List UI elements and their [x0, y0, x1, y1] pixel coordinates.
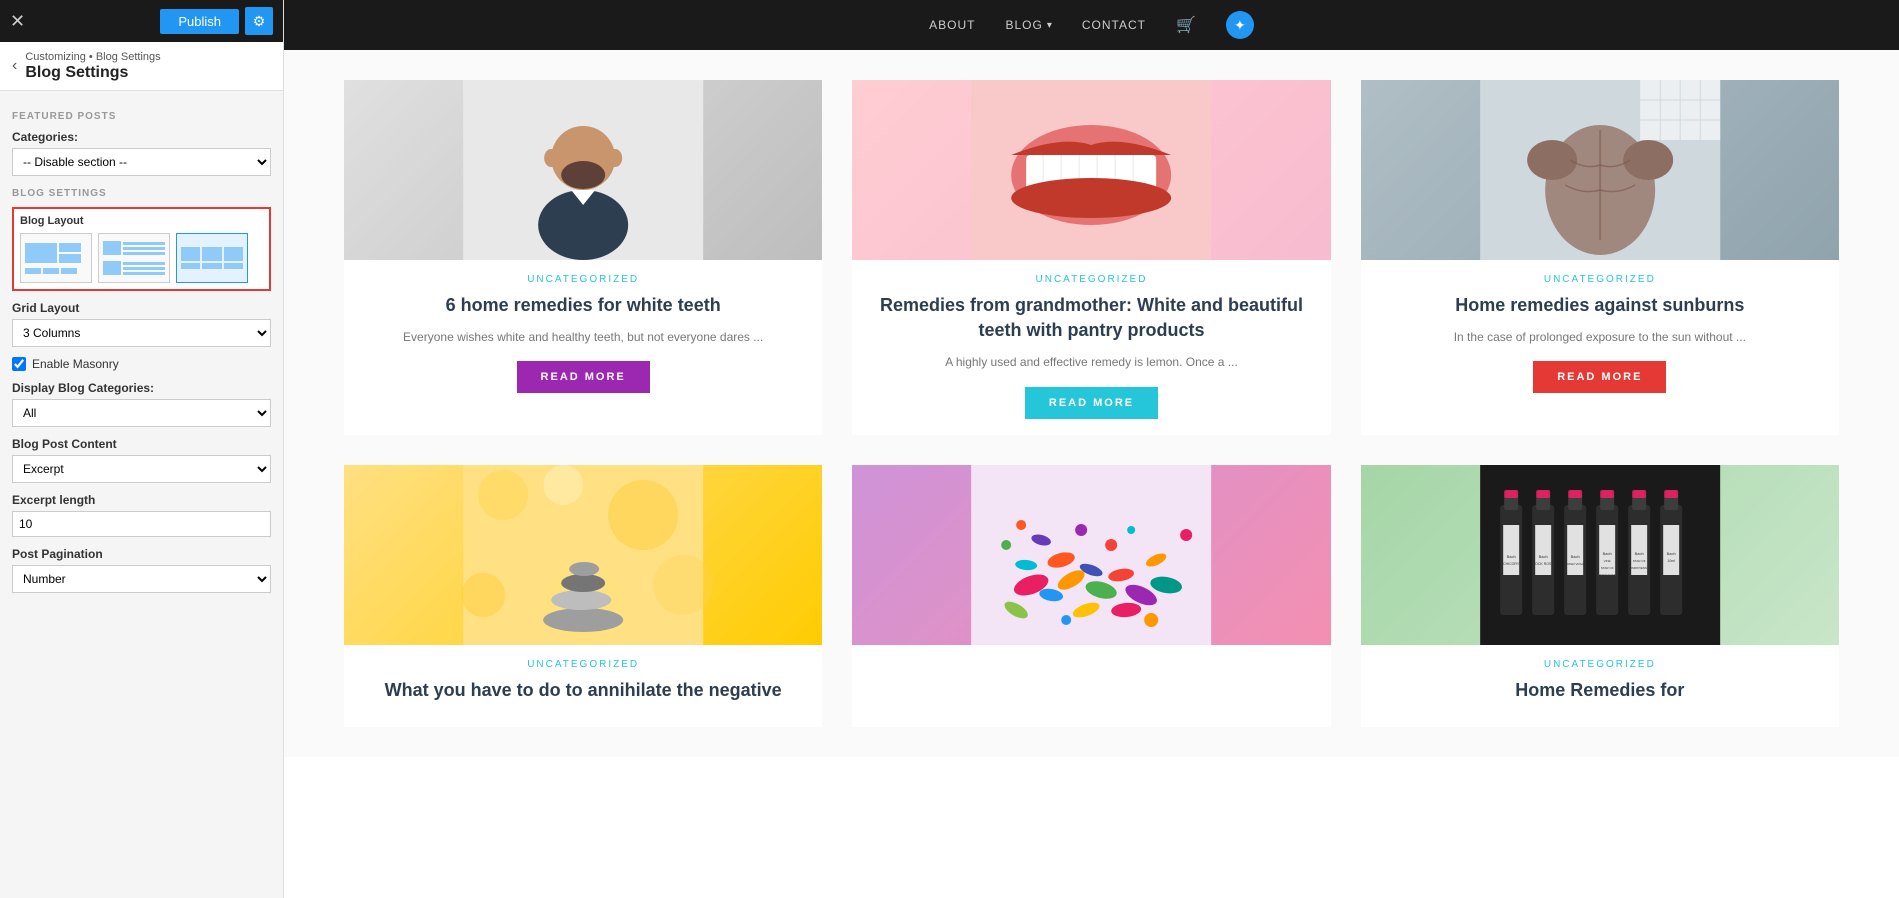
read-more-btn-1[interactable]: READ MORE [517, 361, 650, 393]
blog-excerpt-3: In the case of prolonged exposure to the… [1444, 328, 1756, 347]
blog-title-3: Home remedies against sunburns [1445, 293, 1754, 318]
svg-text:STAR OF: STAR OF [1632, 559, 1645, 563]
site-nav: ABOUT BLOG ▾ CONTACT 🛒 ✦ [284, 0, 1899, 50]
svg-text:Bach: Bach [1602, 551, 1611, 556]
svg-text:Bach: Bach [1666, 551, 1675, 556]
svg-text:Bach: Bach [1570, 554, 1579, 559]
blog-post-content-select[interactable]: Excerpt [12, 455, 271, 483]
blog-title-6: Home Remedies for [1505, 678, 1694, 703]
layout-options [20, 233, 263, 283]
svg-text:WATER VIOLET: WATER VIOLET [1564, 562, 1586, 566]
gear-button[interactable]: ⚙ [245, 7, 273, 35]
panel-content: FEATURED POSTS Categories: -- Disable se… [0, 91, 283, 898]
svg-text:STAR OF: STAR OF [1600, 566, 1613, 570]
blog-img-3 [1361, 80, 1839, 260]
grid-layout-label: Grid Layout [12, 301, 271, 315]
read-more-btn-3[interactable]: READ MORE [1533, 361, 1666, 393]
svg-text:VINE: VINE [1603, 559, 1610, 563]
featured-posts-label: FEATURED POSTS [12, 111, 271, 122]
blog-card-2: UNCATEGORIZED Remedies from grandmother:… [852, 80, 1330, 435]
blog-title-2: Remedies from grandmother: White and bea… [852, 293, 1330, 343]
blog-grid: UNCATEGORIZED 6 home remedies for white … [344, 80, 1839, 727]
post-pagination-field: Post Pagination Number [12, 547, 271, 593]
blog-img-6: Bach CHICORY Bach ROCK ROSE [1361, 465, 1839, 645]
blog-card-1: UNCATEGORIZED 6 home remedies for white … [344, 80, 822, 435]
nav-contact[interactable]: CONTACT [1082, 18, 1146, 32]
post-pagination-label: Post Pagination [12, 547, 271, 561]
right-content: ABOUT BLOG ▾ CONTACT 🛒 ✦ [284, 0, 1899, 898]
read-more-btn-2[interactable]: READ MORE [1025, 387, 1158, 419]
blog-post-content-label: Blog Post Content [12, 437, 271, 451]
nav-blog[interactable]: BLOG [1005, 18, 1042, 32]
svg-text:Bach: Bach [1506, 554, 1515, 559]
enable-masonry-label[interactable]: Enable Masonry [32, 357, 119, 371]
display-categories-field: Display Blog Categories: All [12, 381, 271, 427]
blog-excerpt-1: Everyone wishes white and healthy teeth,… [393, 328, 773, 347]
blog-img-1 [344, 80, 822, 260]
svg-text:BETHLEHEM: BETHLEHEM [1598, 573, 1617, 577]
enable-masonry-row: Enable Masonry [12, 357, 271, 371]
layout-option-2[interactable] [98, 233, 170, 283]
grid-layout-field: Grid Layout 3 Columns 2 Columns 4 Column… [12, 301, 271, 347]
blog-img-4 [344, 465, 822, 645]
svg-text:10ml: 10ml [1667, 559, 1675, 563]
publish-button[interactable]: Publish [160, 9, 239, 34]
cart-icon[interactable]: 🛒 [1176, 15, 1196, 35]
excerpt-length-input[interactable] [12, 511, 271, 537]
blog-post-content-field: Blog Post Content Excerpt [12, 437, 271, 483]
excerpt-length-field: Excerpt length [12, 493, 271, 537]
blog-card-5 [852, 465, 1330, 727]
blog-card-4: UNCATEGORIZED What you have to do to ann… [344, 465, 822, 727]
svg-text:IMPATIENS: IMPATIENS [1631, 566, 1647, 570]
breadcrumb-info: Customizing • Blog Settings Blog Setting… [25, 50, 160, 82]
breadcrumb-path: Customizing • Blog Settings [25, 50, 160, 64]
breadcrumb: ‹ Customizing • Blog Settings Blog Setti… [0, 42, 283, 91]
svg-text:Bach: Bach [1634, 551, 1643, 556]
svg-text:Bach: Bach [1538, 554, 1547, 559]
blog-card-6: Bach CHICORY Bach ROCK ROSE [1361, 465, 1839, 727]
blog-img-5 [852, 465, 1330, 645]
blog-main: UNCATEGORIZED 6 home remedies for white … [284, 50, 1899, 757]
back-arrow-icon[interactable]: ‹ [12, 57, 17, 75]
categories-label: Categories: [12, 130, 271, 144]
compass-icon[interactable]: ✦ [1226, 11, 1254, 39]
blog-title-1: 6 home remedies for white teeth [436, 293, 731, 318]
top-bar-right: Publish ⚙ [160, 7, 273, 35]
layout-option-3[interactable] [176, 233, 248, 283]
blog-category-2: UNCATEGORIZED [1036, 274, 1148, 285]
categories-field: Categories: -- Disable section -- [12, 130, 271, 176]
display-categories-label: Display Blog Categories: [12, 381, 271, 395]
blog-settings-section: BLOG SETTINGS Blog Layout [12, 188, 271, 593]
blog-img-2 [852, 80, 1330, 260]
blog-card-3: UNCATEGORIZED Home remedies against sunb… [1361, 80, 1839, 435]
post-pagination-select[interactable]: Number [12, 565, 271, 593]
layout-icon-2 [103, 241, 165, 275]
excerpt-length-label: Excerpt length [12, 493, 271, 507]
blog-excerpt-2: A highly used and effective remedy is le… [935, 353, 1248, 372]
nav-dropdown-icon: ▾ [1047, 20, 1052, 31]
grid-layout-select[interactable]: 3 Columns 2 Columns 4 Columns [12, 319, 271, 347]
close-button[interactable]: ✕ [10, 12, 25, 30]
blog-layout-box: Blog Layout [12, 207, 271, 291]
blog-title-4: What you have to do to annihilate the ne… [375, 678, 792, 703]
left-panel: ✕ Publish ⚙ ‹ Customizing • Blog Setting… [0, 0, 284, 898]
blog-category-3: UNCATEGORIZED [1544, 274, 1656, 285]
display-categories-select[interactable]: All [12, 399, 271, 427]
page-title: Blog Settings [25, 64, 160, 82]
blog-category-4: UNCATEGORIZED [527, 659, 639, 670]
blog-category-6: UNCATEGORIZED [1544, 659, 1656, 670]
layout-icon-3 [181, 247, 243, 269]
svg-text:ROCK ROSE: ROCK ROSE [1532, 562, 1554, 566]
nav-about[interactable]: ABOUT [929, 18, 975, 32]
blog-layout-label: Blog Layout [20, 215, 263, 227]
svg-text:CHICORY: CHICORY [1503, 562, 1520, 566]
top-bar: ✕ Publish ⚙ [0, 0, 283, 42]
nav-blog-dropdown[interactable]: BLOG ▾ [1005, 18, 1051, 32]
layout-option-1[interactable] [20, 233, 92, 283]
blog-category-1: UNCATEGORIZED [527, 274, 639, 285]
enable-masonry-checkbox[interactable] [12, 357, 26, 371]
layout-icon-1 [25, 243, 87, 274]
blog-settings-label: BLOG SETTINGS [12, 188, 271, 199]
categories-select[interactable]: -- Disable section -- [12, 148, 271, 176]
